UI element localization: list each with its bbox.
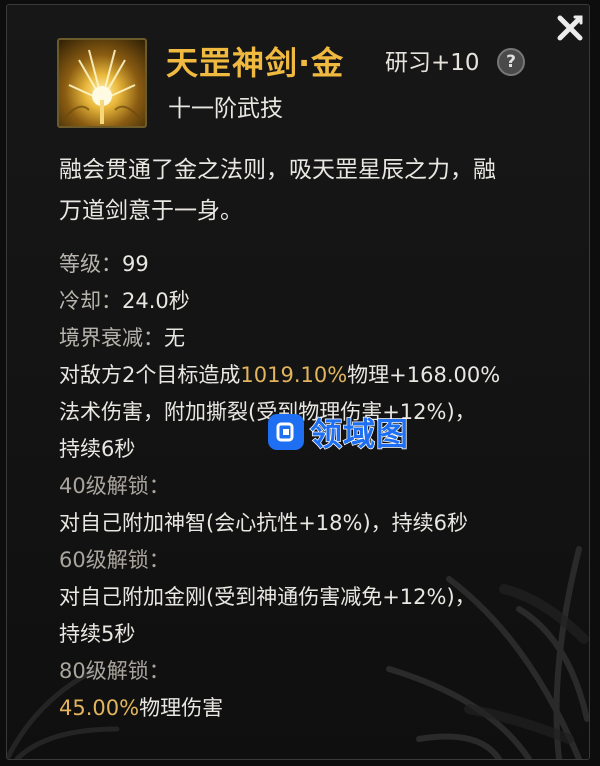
level-label: 等级： bbox=[59, 252, 122, 276]
research-level: 研习+10 bbox=[385, 50, 480, 76]
skill-rank: 十一阶武技 bbox=[168, 96, 283, 122]
unlock-effect-80: 45.00%物理伤害 bbox=[59, 690, 579, 727]
golden-sword-skill-icon bbox=[62, 49, 142, 124]
effect-percent: 1019.10% bbox=[240, 363, 348, 387]
effect-line: 对敌方2个目标造成1019.10%物理+168.00% bbox=[59, 357, 579, 394]
watermark-logo-icon bbox=[268, 414, 304, 450]
skill-icon bbox=[57, 38, 147, 128]
unlock-effect-60: 对自己附加金刚(受到神通伤害减免+12%)， bbox=[59, 585, 476, 609]
watermark-text: 领域图 bbox=[309, 414, 410, 454]
unlock-header-40: 40级解锁： bbox=[59, 474, 170, 498]
close-x-icon bbox=[557, 15, 583, 41]
level-value: 99 bbox=[122, 252, 149, 276]
skill-description: 融会贯通了金之法则，吸天罡星辰之力，融 万道剑意于一身。 bbox=[59, 150, 559, 232]
decay-label: 境界衰减： bbox=[59, 326, 164, 350]
skill-stats: 等级：99 冷却：24.0秒 境界衰减：无 对敌方2个目标造成1019.10%物… bbox=[59, 246, 579, 727]
skill-name: 天罡神剑·金 bbox=[166, 44, 345, 82]
watermark: 领域图 bbox=[268, 409, 409, 455]
decay-row: 境界衰减：无 bbox=[59, 320, 579, 357]
unlock-header-60: 60级解锁： bbox=[59, 548, 170, 572]
unlock-effect-40: 对自己附加神智(会心抗性+18%)，持续6秒 bbox=[59, 511, 469, 535]
cooldown-row: 冷却：24.0秒 bbox=[59, 283, 579, 320]
unlock-effect-60-cont: 持续5秒 bbox=[59, 622, 136, 646]
cooldown-value: 24.0秒 bbox=[122, 289, 190, 313]
description-line: 万道剑意于一身。 bbox=[59, 198, 243, 224]
unlock-80-text: 物理伤害 bbox=[139, 696, 224, 720]
question-mark-icon: ? bbox=[506, 52, 516, 72]
unlock-header-80: 80级解锁： bbox=[59, 659, 170, 683]
help-button[interactable]: ? bbox=[497, 48, 525, 76]
decay-value: 无 bbox=[164, 326, 185, 350]
effect-text: 对敌方2个目标造成 bbox=[59, 363, 241, 387]
unlock-80-percent: 45.00% bbox=[59, 696, 140, 720]
description-line: 融会贯通了金之法则，吸天罡星辰之力，融 bbox=[59, 157, 496, 183]
cooldown-label: 冷却： bbox=[59, 289, 122, 313]
effect-text: 物理+168.00% bbox=[347, 363, 501, 387]
level-row: 等级：99 bbox=[59, 246, 579, 283]
close-button[interactable] bbox=[550, 8, 590, 48]
